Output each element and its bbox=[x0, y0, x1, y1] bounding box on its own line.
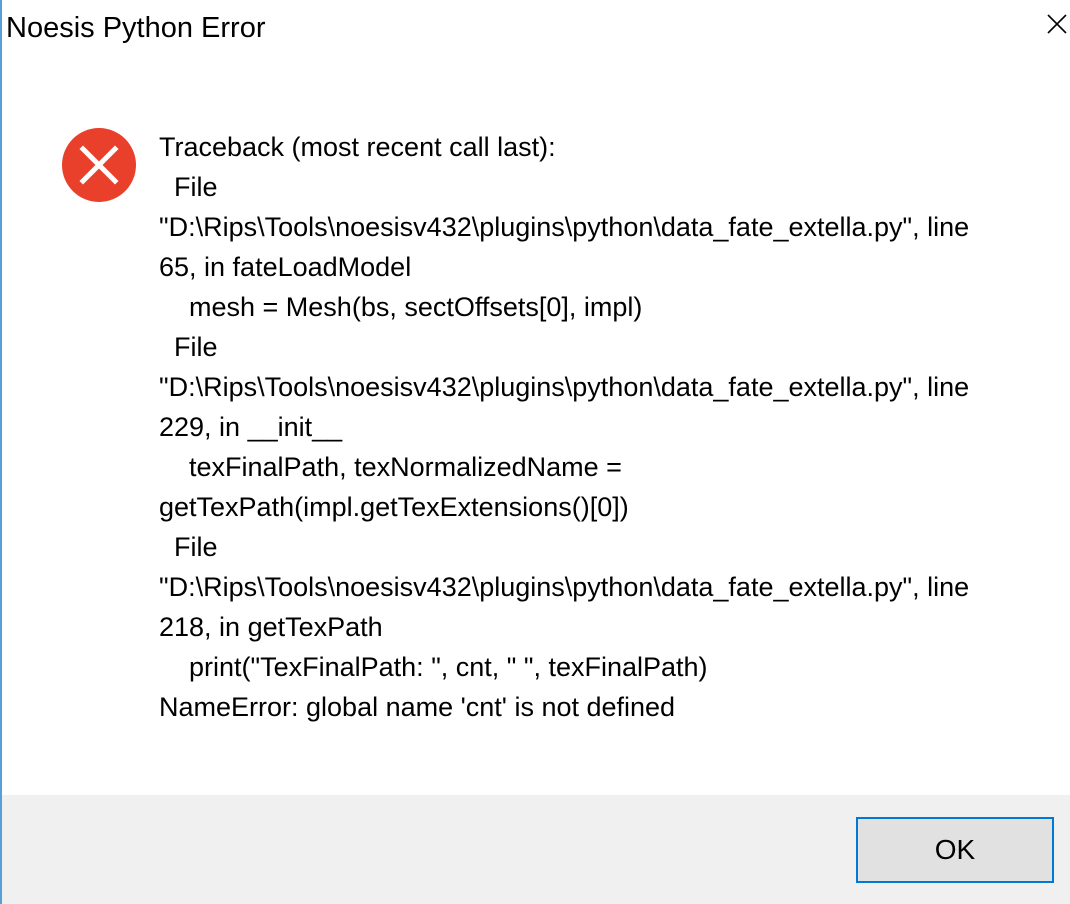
message-line: File bbox=[159, 532, 218, 562]
title-bar: Noesis Python Error bbox=[2, 0, 1070, 60]
close-button[interactable] bbox=[1042, 6, 1070, 42]
message-line: print("TexFinalPath: ", cnt, " ", texFin… bbox=[159, 652, 708, 682]
message-line: getTexPath(impl.getTexExtensions()[0]) bbox=[159, 492, 629, 522]
message-line: 218, in getTexPath bbox=[159, 612, 383, 642]
error-icon bbox=[62, 128, 136, 202]
message-line: File bbox=[159, 332, 218, 362]
message-line: mesh = Mesh(bs, sectOffsets[0], impl) bbox=[159, 292, 643, 322]
message-line: texFinalPath, texNormalizedName = bbox=[159, 452, 622, 482]
dialog-footer: OK bbox=[2, 795, 1070, 904]
message-line: File bbox=[159, 172, 218, 202]
message-line: 229, in __init__ bbox=[159, 412, 343, 442]
close-icon bbox=[1047, 14, 1067, 34]
message-line: 65, in fateLoadModel bbox=[159, 252, 412, 282]
message-line: "D:\Rips\Tools\noesisv432\plugins\python… bbox=[159, 212, 970, 242]
error-message: Traceback (most recent call last): File … bbox=[159, 127, 1039, 727]
dialog-content: Traceback (most recent call last): File … bbox=[2, 60, 1070, 794]
message-line: "D:\Rips\Tools\noesisv432\plugins\python… bbox=[159, 372, 970, 402]
error-dialog: Noesis Python Error Traceback (most rece… bbox=[0, 0, 1070, 904]
message-line: Traceback (most recent call last): bbox=[159, 132, 556, 162]
message-line: NameError: global name 'cnt' is not defi… bbox=[159, 692, 676, 722]
dialog-title: Noesis Python Error bbox=[6, 12, 266, 44]
ok-button[interactable]: OK bbox=[856, 817, 1054, 883]
message-line: "D:\Rips\Tools\noesisv432\plugins\python… bbox=[159, 572, 970, 602]
